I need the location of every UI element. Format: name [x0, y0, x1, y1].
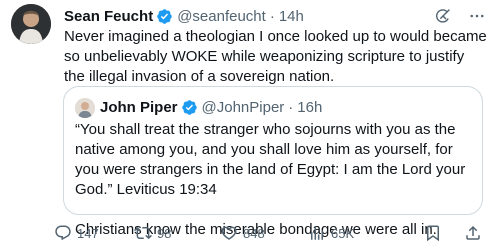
views-icon [311, 226, 323, 240]
like-count: 848 [243, 225, 265, 241]
share-button[interactable] [464, 222, 482, 244]
tweet[interactable]: Sean Feucht @seanfeucht · 14h Never imag… [0, 0, 497, 252]
repost-button[interactable]: 98 [134, 222, 171, 244]
bookmark-icon [427, 225, 439, 242]
reply-count: 147 [77, 225, 99, 241]
more-icon[interactable] [467, 6, 487, 26]
like-button[interactable]: 848 [220, 222, 265, 244]
share-icon [466, 225, 480, 240]
quoted-tweet[interactable]: John Piper @JohnPiper · 16h “You shall t… [63, 86, 483, 238]
quoted-author-handle[interactable]: @JohnPiper [202, 99, 285, 116]
tweet-text: Never imagined a theologian I once looke… [64, 28, 487, 85]
views-button[interactable]: 65K [308, 222, 354, 244]
reply-icon [55, 225, 71, 241]
heart-icon [221, 226, 237, 240]
verified-badge-icon[interactable] [181, 99, 198, 116]
quoted-author-name[interactable]: John Piper [100, 99, 178, 116]
views-count: 65K [331, 225, 355, 241]
author-handle[interactable]: @seanfeucht [177, 8, 266, 25]
grok-icon[interactable] [433, 6, 453, 26]
action-bar: 147 98 848 65K [54, 222, 490, 244]
author-avatar[interactable] [11, 4, 51, 44]
repost-icon [134, 226, 152, 240]
quoted-paragraph-1: “You shall treat the stranger who sojour… [75, 121, 466, 198]
repost-count: 98 [157, 225, 172, 241]
separator-dot: · [269, 7, 275, 25]
top-right-icons [433, 6, 487, 26]
timestamp[interactable]: 14h [279, 8, 304, 25]
separator-dot: · [288, 98, 294, 116]
verified-badge-icon[interactable] [156, 8, 173, 25]
quoted-author-avatar[interactable] [75, 98, 95, 118]
reply-button[interactable]: 147 [54, 222, 99, 244]
author-name[interactable]: Sean Feucht [64, 8, 153, 25]
quoted-timestamp[interactable]: 16h [297, 99, 322, 116]
tweet-header: Sean Feucht @seanfeucht · 14h [64, 6, 304, 26]
quoted-header: John Piper @JohnPiper · 16h [100, 97, 322, 117]
bookmark-button[interactable] [424, 222, 442, 244]
